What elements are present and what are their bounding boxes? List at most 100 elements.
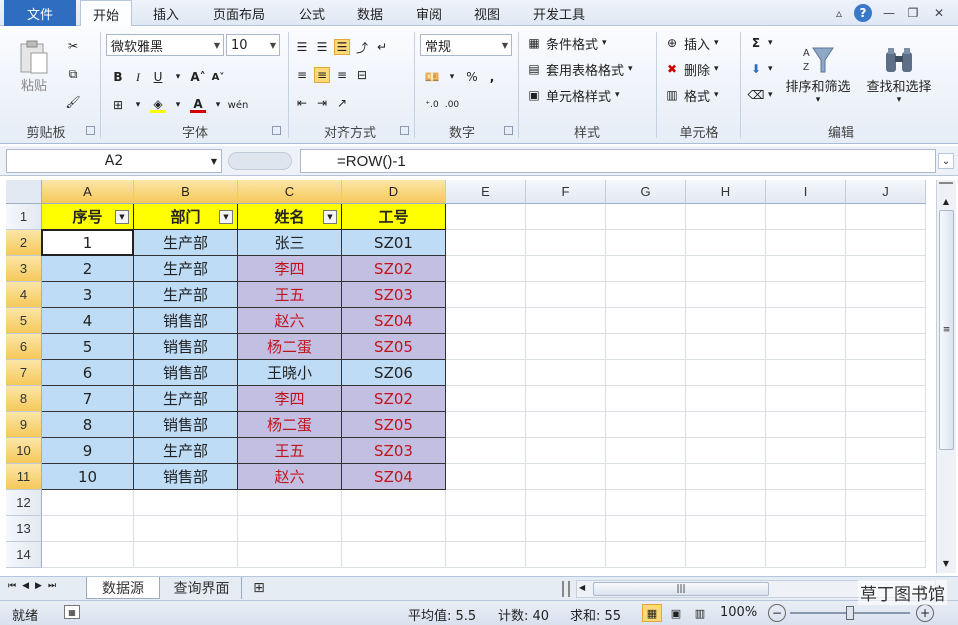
empty-cell[interactable] [686, 412, 766, 438]
empty-cell[interactable] [342, 490, 446, 516]
sort-filter-button[interactable]: AZ 排序和筛选 ▾ [780, 34, 856, 114]
empty-cell[interactable] [686, 334, 766, 360]
chevron-down-icon[interactable]: ▾ [130, 97, 146, 113]
table-cell[interactable]: SZ06 [342, 360, 446, 386]
table-cell[interactable]: SZ02 [342, 256, 446, 282]
empty-cell[interactable] [686, 360, 766, 386]
empty-cell[interactable] [446, 334, 526, 360]
cut-icon[interactable]: ✂ [62, 36, 84, 56]
empty-cell[interactable] [446, 438, 526, 464]
empty-cell[interactable] [846, 542, 926, 568]
hscroll-thumb[interactable]: ||| [593, 582, 769, 596]
empty-cell[interactable] [446, 542, 526, 568]
empty-cell[interactable] [446, 412, 526, 438]
empty-cell[interactable] [526, 282, 606, 308]
chevron-down-icon[interactable]: ▾ [170, 97, 186, 113]
table-header-cell[interactable]: 部门 ▼ [134, 204, 238, 230]
table-cell[interactable]: 杨二蛋 [238, 334, 342, 360]
table-cell[interactable]: 王五 [238, 282, 342, 308]
table-cell[interactable]: 李四 [238, 256, 342, 282]
column-header-e[interactable]: E [446, 180, 526, 204]
zoom-in-icon[interactable]: + [916, 604, 934, 622]
empty-cell[interactable] [766, 204, 846, 230]
empty-cell[interactable] [526, 256, 606, 282]
column-header-a[interactable]: A [42, 180, 134, 204]
table-cell[interactable]: 2 [42, 256, 134, 282]
zoom-out-icon[interactable]: − [768, 604, 786, 622]
page-break-view-icon[interactable]: ▥ [690, 604, 710, 622]
select-all-corner[interactable] [6, 180, 42, 204]
table-cell[interactable]: SZ04 [342, 308, 446, 334]
ribbon-collapse-icon[interactable]: ▵ [830, 4, 848, 22]
table-cell[interactable]: 李四 [238, 386, 342, 412]
empty-cell[interactable] [42, 542, 134, 568]
empty-cell[interactable] [606, 360, 686, 386]
empty-cell[interactable] [526, 360, 606, 386]
table-cell[interactable]: 生产部 [134, 230, 238, 256]
conditional-format-button[interactable]: ▦ 条件格式 ▾ [526, 32, 606, 54]
empty-cell[interactable] [446, 516, 526, 542]
scroll-down-icon[interactable]: ▼ [939, 556, 953, 570]
filter-dropdown-icon[interactable]: ▼ [115, 210, 129, 224]
row-header-14[interactable]: 14 [6, 542, 42, 568]
increase-indent-icon[interactable]: ⇥ [314, 95, 330, 111]
empty-cell[interactable] [526, 542, 606, 568]
wrap-text-icon[interactable]: ↵ [374, 39, 390, 55]
empty-cell[interactable] [686, 542, 766, 568]
clear-button[interactable]: ⌫ ▾ [748, 84, 773, 106]
empty-cell[interactable] [846, 204, 926, 230]
scroll-thumb[interactable]: ≡ [939, 210, 954, 450]
empty-cell[interactable] [606, 204, 686, 230]
empty-cell[interactable] [606, 230, 686, 256]
table-cell[interactable]: SZ04 [342, 464, 446, 490]
row-header-10[interactable]: 10 [6, 438, 42, 464]
expand-formula-icon[interactable]: ⌄ [938, 153, 954, 169]
row-header-13[interactable]: 13 [6, 516, 42, 542]
italic-button[interactable]: I [130, 69, 146, 85]
empty-cell[interactable] [766, 282, 846, 308]
empty-cell[interactable] [446, 204, 526, 230]
comma-button[interactable]: , [484, 69, 500, 85]
chevron-down-icon[interactable]: ▾ [444, 69, 460, 85]
empty-cell[interactable] [606, 464, 686, 490]
table-cell[interactable]: 5 [42, 334, 134, 360]
table-cell[interactable]: 4 [42, 308, 134, 334]
table-cell[interactable]: 销售部 [134, 464, 238, 490]
empty-cell[interactable] [766, 542, 846, 568]
empty-cell[interactable] [606, 438, 686, 464]
empty-cell[interactable] [446, 360, 526, 386]
scroll-up-icon[interactable]: ▲ [939, 194, 953, 208]
row-header-7[interactable]: 7 [6, 360, 42, 386]
row-header-12[interactable]: 12 [6, 490, 42, 516]
row-header-2[interactable]: 2 [6, 230, 42, 256]
empty-cell[interactable] [606, 386, 686, 412]
tab-formulas[interactable]: 公式 [288, 0, 336, 26]
empty-cell[interactable] [766, 464, 846, 490]
empty-cell[interactable] [686, 256, 766, 282]
table-cell[interactable]: 8 [42, 412, 134, 438]
column-header-d[interactable]: D [342, 180, 446, 204]
table-cell[interactable]: 销售部 [134, 360, 238, 386]
text-direction-icon[interactable]: ↗ [334, 95, 350, 111]
tab-data[interactable]: 数据 [344, 0, 396, 26]
column-header-h[interactable]: H [686, 180, 766, 204]
empty-cell[interactable] [686, 516, 766, 542]
empty-cell[interactable] [526, 204, 606, 230]
sheet-tab-data-source[interactable]: 数据源 [86, 577, 160, 599]
number-launcher-icon[interactable] [504, 126, 513, 135]
empty-cell[interactable] [686, 464, 766, 490]
table-cell[interactable]: SZ02 [342, 386, 446, 412]
empty-cell[interactable] [606, 490, 686, 516]
table-cell[interactable]: 生产部 [134, 282, 238, 308]
row-header-3[interactable]: 3 [6, 256, 42, 282]
table-cell[interactable]: 王五 [238, 438, 342, 464]
table-cell[interactable]: 生产部 [134, 256, 238, 282]
font-name-combo[interactable]: 微软雅黑 ▼ [106, 34, 224, 56]
table-cell[interactable]: SZ03 [342, 282, 446, 308]
empty-cell[interactable] [526, 412, 606, 438]
empty-cell[interactable] [446, 308, 526, 334]
empty-cell[interactable] [238, 542, 342, 568]
table-cell[interactable]: 7 [42, 386, 134, 412]
empty-cell[interactable] [446, 490, 526, 516]
table-cell[interactable]: 销售部 [134, 334, 238, 360]
